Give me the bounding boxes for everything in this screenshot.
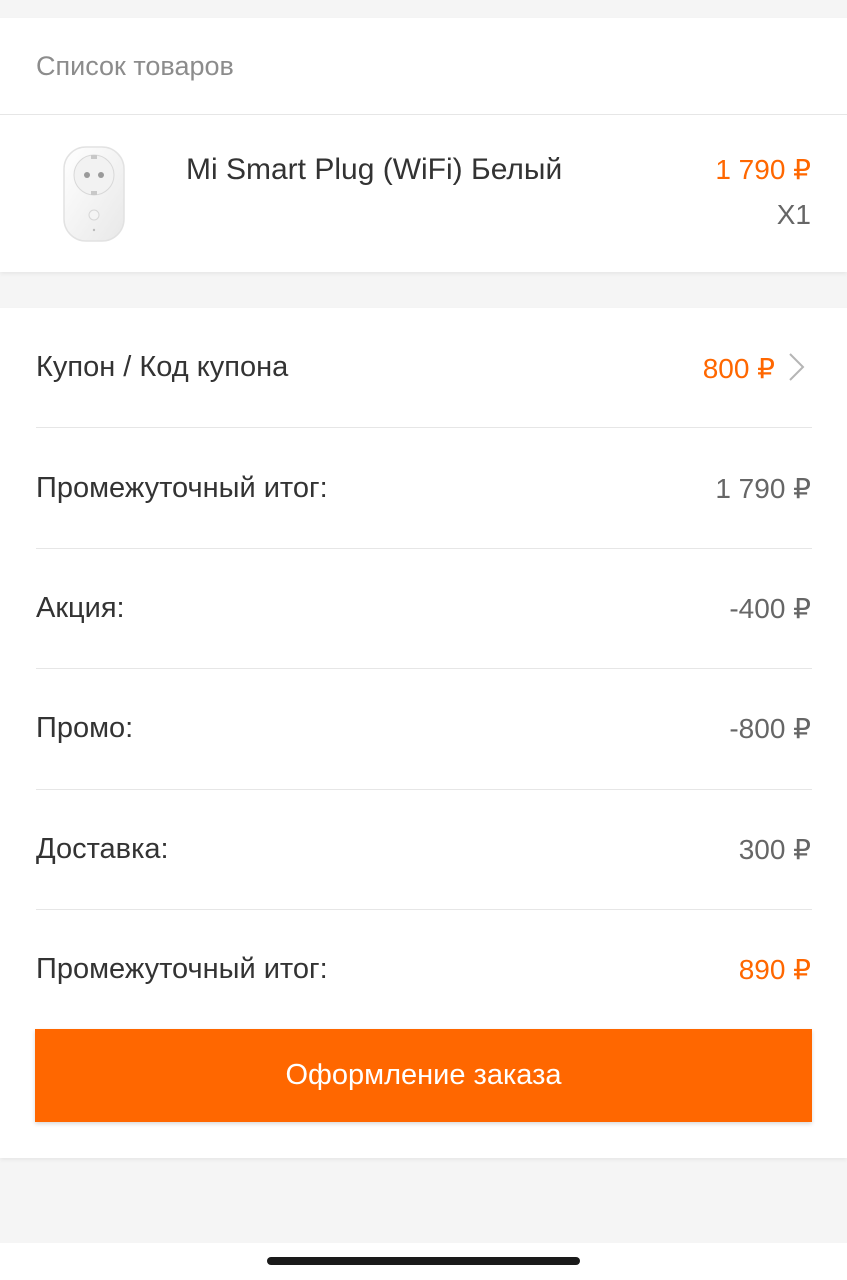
system-nav-bar xyxy=(0,1243,847,1280)
subtotal-label: Промежуточный итог: xyxy=(36,472,328,504)
coupon-label: Купон / Код купона xyxy=(36,351,289,383)
delivery-value: 300 ₽ xyxy=(738,834,811,865)
subtotal-value: 1 790 ₽ xyxy=(715,473,811,504)
promo-value: -800 ₽ xyxy=(729,713,811,744)
home-indicator[interactable] xyxy=(267,1257,580,1265)
checkout-button[interactable]: Оформление заказа xyxy=(35,1029,812,1122)
smart-plug-icon xyxy=(63,146,125,242)
product-list-card: Список товаров Mi Smart Plug (WiFi) Белы… xyxy=(0,18,847,272)
order-summary-card: Купон / Код купона 800 ₽ Промежуточный и… xyxy=(0,308,847,1158)
product-price: 1 790 ₽ xyxy=(715,154,811,185)
promo-label: Промо: xyxy=(36,712,134,744)
promotion-value: -400 ₽ xyxy=(729,593,811,624)
chevron-right-icon xyxy=(789,353,805,381)
total-row: Промежуточный итог: 890 ₽ xyxy=(0,909,847,1029)
coupon-value: 800 ₽ xyxy=(702,353,775,384)
product-name: Mi Smart Plug (WiFi) Белый xyxy=(186,153,563,186)
coupon-row[interactable]: Купон / Код купона 800 ₽ xyxy=(0,308,847,428)
promotion-row: Акция: -400 ₽ xyxy=(0,548,847,668)
delivery-row: Доставка: 300 ₽ xyxy=(0,789,847,909)
total-value: 890 ₽ xyxy=(738,954,811,985)
product-quantity: X1 xyxy=(776,199,811,230)
product-list-title: Список товаров xyxy=(0,18,847,115)
checkout-page: Список товаров Mi Smart Plug (WiFi) Белы… xyxy=(0,0,847,1280)
delivery-label: Доставка: xyxy=(36,833,169,865)
total-label: Промежуточный итог: xyxy=(36,953,328,985)
promo-row: Промо: -800 ₽ xyxy=(0,668,847,788)
subtotal-row: Промежуточный итог: 1 790 ₽ xyxy=(0,428,847,548)
product-item[interactable]: Mi Smart Plug (WiFi) Белый 1 790 ₽ X1 xyxy=(0,115,847,272)
promotion-label: Акция: xyxy=(36,592,125,624)
